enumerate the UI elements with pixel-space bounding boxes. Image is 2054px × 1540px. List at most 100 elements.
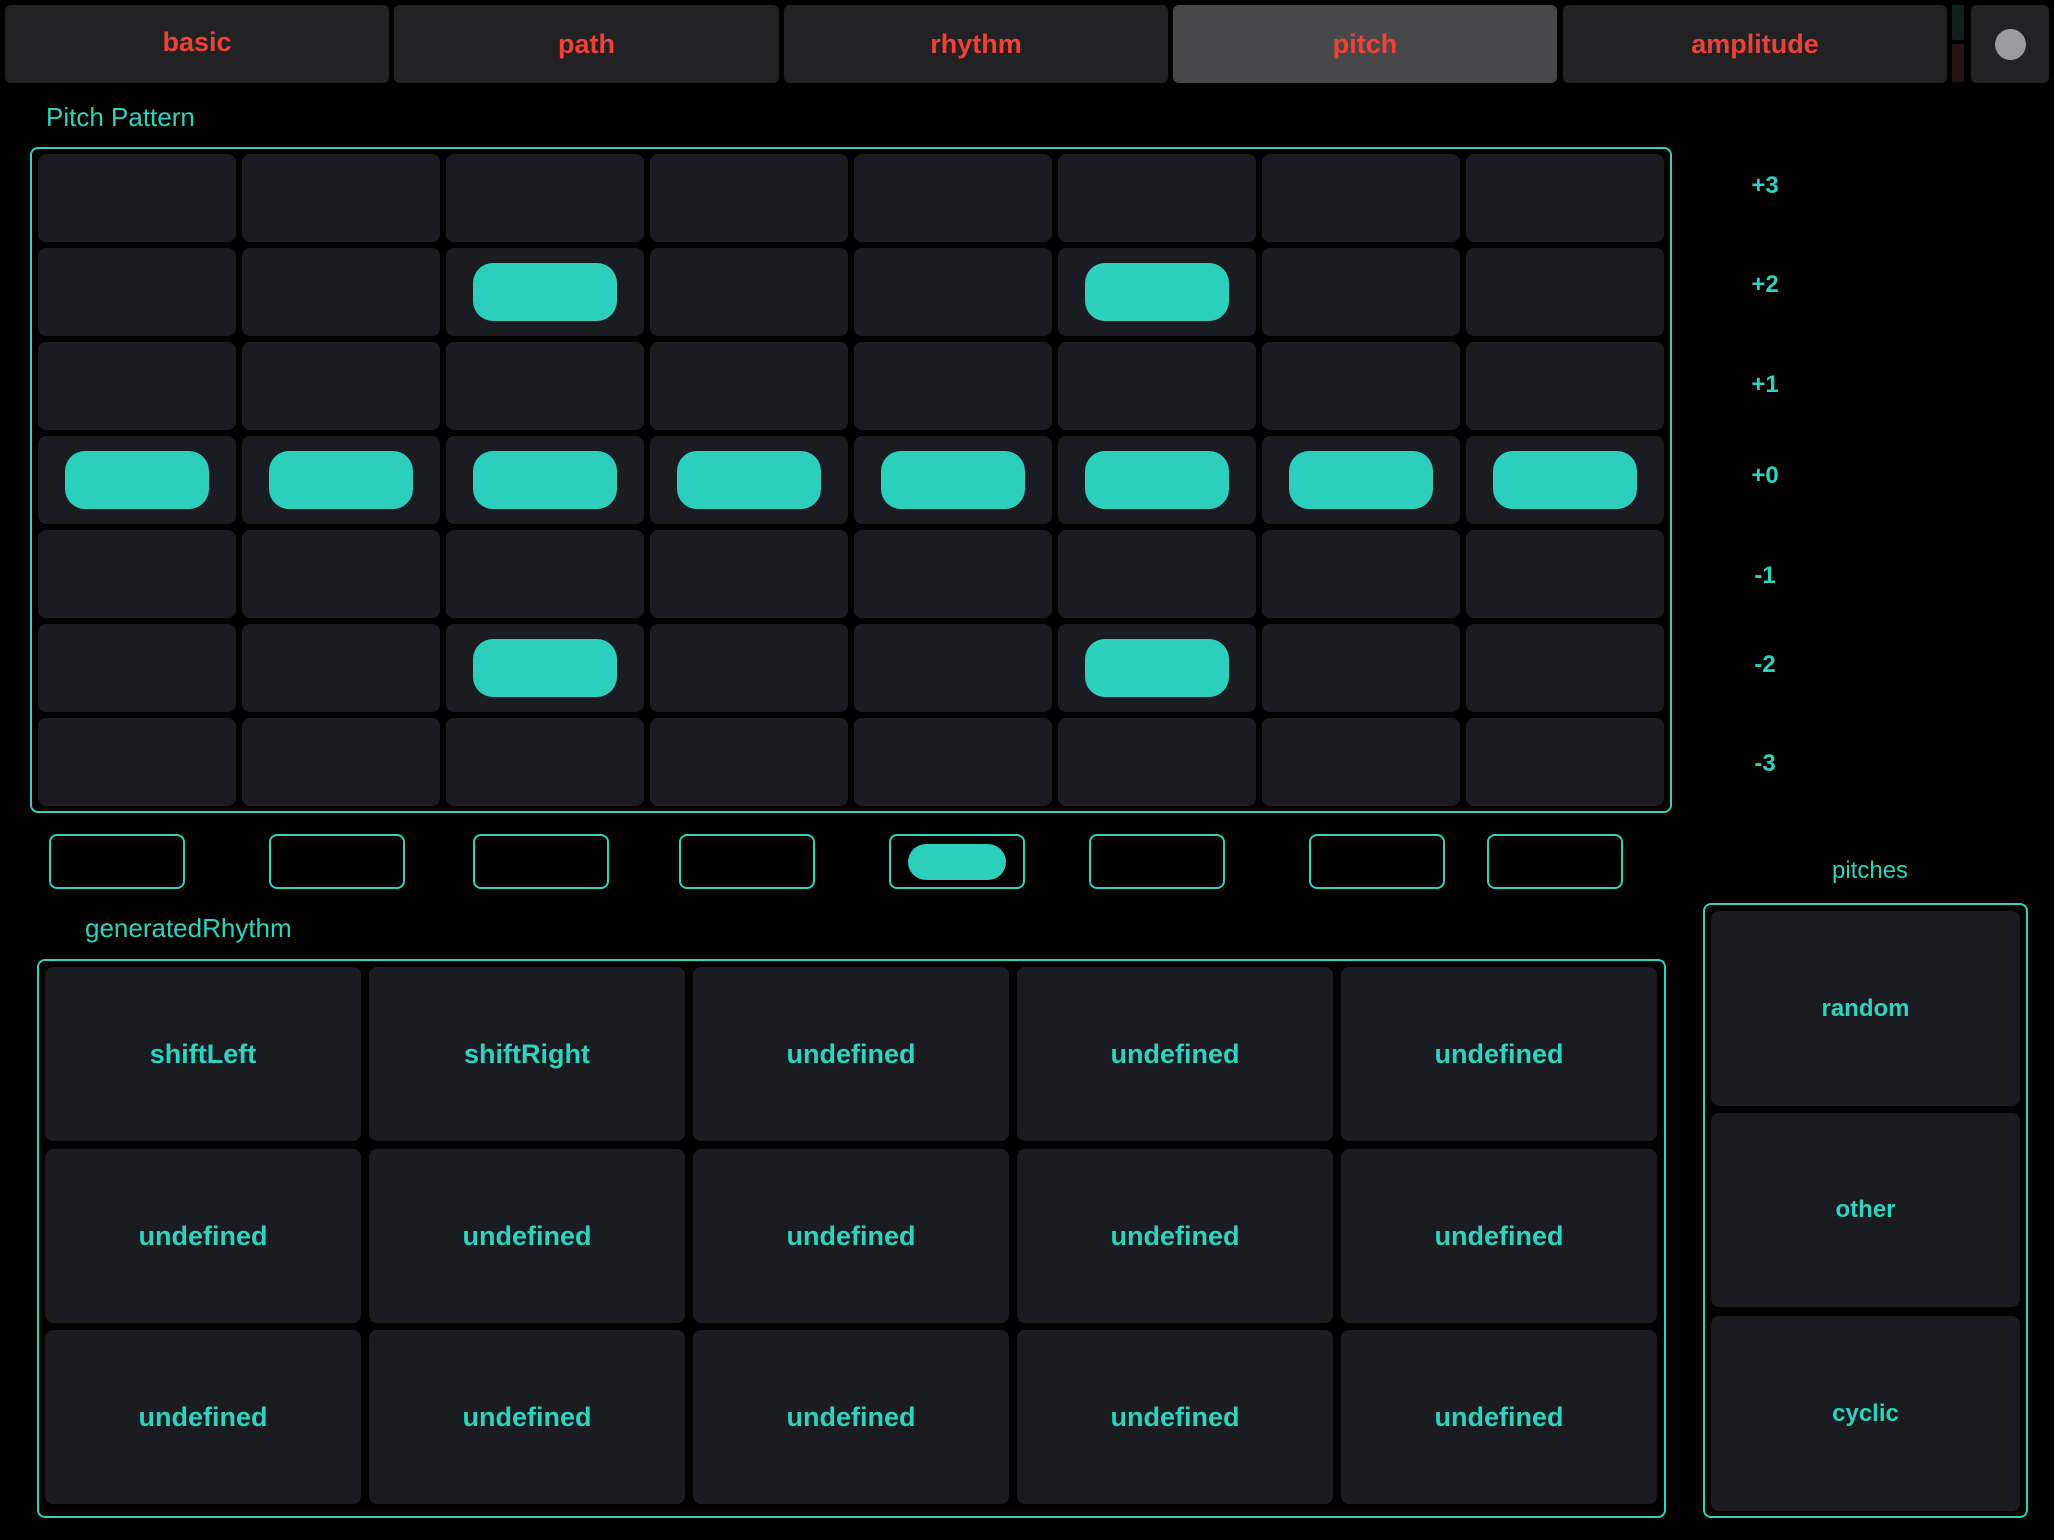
- pitch-cell-+3-col3[interactable]: [446, 154, 644, 242]
- pitches-cyclic-button[interactable]: cyclic: [1711, 1316, 2020, 1511]
- rhythm-button-r3c1[interactable]: undefined: [45, 1330, 361, 1504]
- rhythm-button-r2c4[interactable]: undefined: [1017, 1149, 1333, 1323]
- pitch-cell--3-col2[interactable]: [242, 718, 440, 806]
- step-toggle-2[interactable]: [269, 834, 405, 889]
- pitch-cell--3-col7[interactable]: [1262, 718, 1460, 806]
- pitch-cell-+3-col6[interactable]: [1058, 154, 1256, 242]
- tab-bar: basic path rhythm pitch amplitude: [0, 0, 2054, 84]
- pitch-cell--2-col5[interactable]: [854, 624, 1052, 712]
- pitches-other-button[interactable]: other: [1711, 1113, 2020, 1307]
- level-meter-top: [1952, 5, 1964, 40]
- pitch-active-marker: [1085, 639, 1229, 697]
- pitch-cell--2-col2[interactable]: [242, 624, 440, 712]
- pitch-cell--1-col3[interactable]: [446, 530, 644, 618]
- rhythm-button-r1c4[interactable]: undefined: [1017, 967, 1333, 1141]
- pitch-cell--3-col1[interactable]: [38, 718, 236, 806]
- pitch-cell--3-col6[interactable]: [1058, 718, 1256, 806]
- pitch-cell-+3-col7[interactable]: [1262, 154, 1460, 242]
- pitch-cell--2-col4[interactable]: [650, 624, 848, 712]
- pitch-cell-+2-col6[interactable]: [1058, 248, 1256, 336]
- pitch-cell--2-col7[interactable]: [1262, 624, 1460, 712]
- rhythm-button-r1c1[interactable]: shiftLeft: [45, 967, 361, 1141]
- pitch-cell--3-col8[interactable]: [1466, 718, 1664, 806]
- rhythm-button-r2c5[interactable]: undefined: [1341, 1149, 1657, 1323]
- pitch-cell-+2-col7[interactable]: [1262, 248, 1460, 336]
- rhythm-button-label: undefined: [1110, 1038, 1240, 1069]
- pitch-cell-+2-col4[interactable]: [650, 248, 848, 336]
- pitch-cell--3-col3[interactable]: [446, 718, 644, 806]
- pitch-cell--3-col5[interactable]: [854, 718, 1052, 806]
- pitch-cell--1-col4[interactable]: [650, 530, 848, 618]
- pitch-cell--3-col4[interactable]: [650, 718, 848, 806]
- pitch-cell--1-col7[interactable]: [1262, 530, 1460, 618]
- step-toggle-7[interactable]: [1309, 834, 1445, 889]
- pitch-cell-+3-col8[interactable]: [1466, 154, 1664, 242]
- pitch-cell-+2-col3[interactable]: [446, 248, 644, 336]
- step-toggle-6[interactable]: [1089, 834, 1225, 889]
- pitch-cell-+1-col1[interactable]: [38, 342, 236, 430]
- pitch-cell-+0-col5[interactable]: [854, 436, 1052, 524]
- rhythm-button-label: undefined: [786, 1401, 916, 1432]
- tab-rhythm[interactable]: rhythm: [784, 5, 1168, 83]
- pitch-cell-+1-col7[interactable]: [1262, 342, 1460, 430]
- pitch-cell-+2-col2[interactable]: [242, 248, 440, 336]
- pitch-cell-+2-col8[interactable]: [1466, 248, 1664, 336]
- pitch-active-marker: [473, 639, 617, 697]
- pitch-cell--1-col8[interactable]: [1466, 530, 1664, 618]
- rhythm-button-r1c3[interactable]: undefined: [693, 967, 1009, 1141]
- pitch-active-marker: [473, 263, 617, 321]
- pitch-cell-+0-col2[interactable]: [242, 436, 440, 524]
- pitch-cell-+0-col1[interactable]: [38, 436, 236, 524]
- pitch-cell-+3-col2[interactable]: [242, 154, 440, 242]
- rhythm-button-r3c5[interactable]: undefined: [1341, 1330, 1657, 1504]
- rhythm-button-r3c3[interactable]: undefined: [693, 1330, 1009, 1504]
- rhythm-button-r2c3[interactable]: undefined: [693, 1149, 1009, 1323]
- pitches-random-button[interactable]: random: [1711, 911, 2020, 1106]
- rhythm-button-r2c2[interactable]: undefined: [369, 1149, 685, 1323]
- pitch-cell-+3-col1[interactable]: [38, 154, 236, 242]
- pitch-cell-+1-col2[interactable]: [242, 342, 440, 430]
- rhythm-button-r1c2[interactable]: shiftRight: [369, 967, 685, 1141]
- pitch-cell--1-col5[interactable]: [854, 530, 1052, 618]
- step-toggle-4[interactable]: [679, 834, 815, 889]
- tab-pitch[interactable]: pitch: [1173, 5, 1557, 83]
- step-toggle-5[interactable]: [889, 834, 1025, 889]
- pitch-cell-+0-col4[interactable]: [650, 436, 848, 524]
- record-button[interactable]: [1971, 5, 2049, 83]
- pitch-cell--2-col3[interactable]: [446, 624, 644, 712]
- pitch-cell--1-col2[interactable]: [242, 530, 440, 618]
- pitch-cell-+2-col1[interactable]: [38, 248, 236, 336]
- pitch-cell-+1-col6[interactable]: [1058, 342, 1256, 430]
- rhythm-button-label: shiftRight: [464, 1038, 590, 1069]
- pitch-cell-+1-col4[interactable]: [650, 342, 848, 430]
- pitch-cell--1-col1[interactable]: [38, 530, 236, 618]
- pitch-cell-+0-col8[interactable]: [1466, 436, 1664, 524]
- rhythm-button-r1c5[interactable]: undefined: [1341, 967, 1657, 1141]
- pitch-cell-+2-col5[interactable]: [854, 248, 1052, 336]
- pitch-pattern-title: Pitch Pattern: [46, 102, 195, 132]
- step-toggle-3[interactable]: [473, 834, 609, 889]
- pitch-cell-+1-col3[interactable]: [446, 342, 644, 430]
- pitches-title: pitches: [1832, 857, 1909, 884]
- pitch-cell-+0-col3[interactable]: [446, 436, 644, 524]
- tab-basic[interactable]: basic: [5, 5, 389, 83]
- pitch-cell-+1-col5[interactable]: [854, 342, 1052, 430]
- step-toggle-1[interactable]: [49, 834, 185, 889]
- generated-rhythm-title: generatedRhythm: [85, 913, 292, 943]
- pitch-cell--2-col8[interactable]: [1466, 624, 1664, 712]
- pitch-active-marker: [1085, 451, 1229, 509]
- pitch-cell-+0-col7[interactable]: [1262, 436, 1460, 524]
- pitch-cell--2-col1[interactable]: [38, 624, 236, 712]
- step-toggle-8[interactable]: [1487, 834, 1623, 889]
- pitch-cell--2-col6[interactable]: [1058, 624, 1256, 712]
- tab-path[interactable]: path: [394, 5, 779, 83]
- pitch-cell-+3-col5[interactable]: [854, 154, 1052, 242]
- pitch-cell-+3-col4[interactable]: [650, 154, 848, 242]
- pitch-cell-+0-col6[interactable]: [1058, 436, 1256, 524]
- rhythm-button-r2c1[interactable]: undefined: [45, 1149, 361, 1323]
- rhythm-button-r3c2[interactable]: undefined: [369, 1330, 685, 1504]
- pitch-cell-+1-col8[interactable]: [1466, 342, 1664, 430]
- tab-amplitude[interactable]: amplitude: [1563, 5, 1947, 83]
- rhythm-button-r3c4[interactable]: undefined: [1017, 1330, 1333, 1504]
- pitch-cell--1-col6[interactable]: [1058, 530, 1256, 618]
